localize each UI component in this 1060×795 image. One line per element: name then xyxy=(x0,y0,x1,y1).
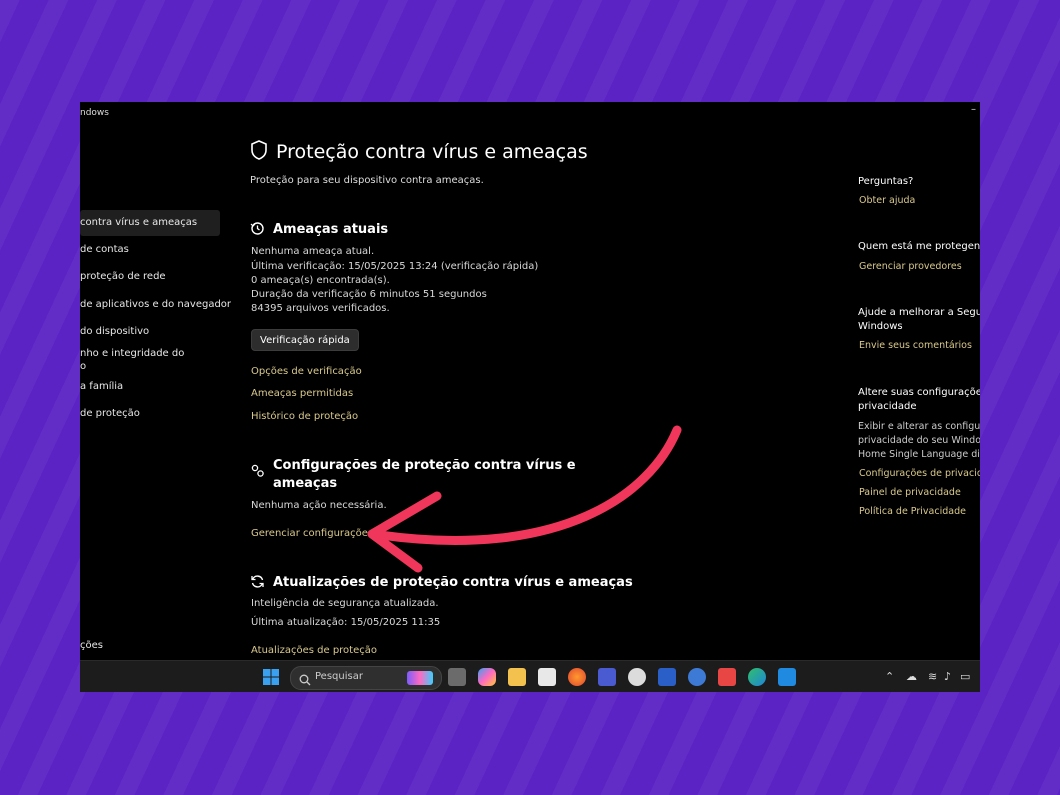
shield-icon xyxy=(250,140,268,164)
file-explorer-icon[interactable] xyxy=(508,668,526,686)
allowed-threats-link[interactable]: Ameaças permitidas xyxy=(251,388,353,399)
nav-item-settings[interactable]: ções xyxy=(80,640,103,651)
nav-item-performance[interactable]: nho e integridade do xyxy=(80,348,184,359)
gears-icon xyxy=(250,463,265,482)
protection-settings-title: Configurações de proteção contra vírus e… xyxy=(273,457,576,493)
files-scanned: 84395 arquivos verificados. xyxy=(251,303,390,314)
nav-item-virus-protection[interactable]: contra vírus e ameaças xyxy=(80,210,220,236)
updates-status: Inteligência de segurança atualizada. xyxy=(251,598,439,609)
right-panel: Perguntas? Obter ajuda Quem está me prot… xyxy=(858,102,980,662)
privacy-text: Exibir e alterar as configura privacidad… xyxy=(858,420,980,462)
main-content: Proteção contra vírus e ameaças Proteção… xyxy=(250,102,750,662)
privacy-settings-link[interactable]: Configurações de privacidade xyxy=(859,468,980,479)
manage-settings-link[interactable]: Gerenciar configurações xyxy=(251,528,373,539)
firefox-icon[interactable] xyxy=(568,668,586,686)
start-windows-icon[interactable] xyxy=(263,669,279,685)
threat-status: Nenhuma ameaça atual. xyxy=(251,246,375,257)
quick-scan-button[interactable]: Verificação rápida xyxy=(251,329,359,351)
edge-dev-icon[interactable] xyxy=(688,668,706,686)
improve-title-line1: Ajude a melhorar a Segurar xyxy=(858,307,980,318)
nav-item-app-browser[interactable]: de aplicativos e do navegador xyxy=(80,299,231,310)
store-icon[interactable] xyxy=(538,668,556,686)
protection-settings-title-line2: ameaças xyxy=(273,476,338,491)
protection-settings-title-line1: Configurações de proteção contra vírus e xyxy=(273,458,576,473)
app-icon[interactable] xyxy=(598,668,616,686)
page-title: Proteção contra vírus e ameaças xyxy=(276,141,588,163)
nav-item-accounts[interactable]: de contas xyxy=(80,244,129,255)
privacy-title-line1: Altere suas configurações c xyxy=(858,387,980,398)
window-title: ndows xyxy=(80,108,109,118)
edge-icon[interactable] xyxy=(748,668,766,686)
improve-title: Ajude a melhorar a Segurar Windows xyxy=(858,306,980,334)
settings-status: Nenhuma ação necessária. xyxy=(251,500,387,511)
protection-updates-title: Atualizações de proteção contra vírus e … xyxy=(273,575,633,590)
search-icon xyxy=(299,671,311,690)
improve-title-line2: Windows xyxy=(858,321,903,332)
current-threats-header: Ameaças atuais xyxy=(250,221,388,240)
taskbar: Pesquisar ⌃ ☁ ≋ ♪ ▭ xyxy=(80,660,980,692)
questions-title: Perguntas? xyxy=(858,176,914,187)
nav-label: contra vírus e ameaças xyxy=(80,217,198,228)
search-placeholder: Pesquisar xyxy=(315,671,363,682)
defender-icon[interactable] xyxy=(778,668,796,686)
privacy-text-line1: Exibir e alterar as configura xyxy=(858,421,980,432)
get-help-link[interactable]: Obter ajuda xyxy=(859,195,915,206)
refresh-clock-icon xyxy=(250,221,265,240)
task-view-icon[interactable] xyxy=(448,668,466,686)
wifi-icon[interactable]: ≋ xyxy=(928,670,937,683)
copilot-icon[interactable] xyxy=(478,668,496,686)
protection-updates-header: Atualizações de proteção contra vírus e … xyxy=(250,574,633,593)
music-icon[interactable] xyxy=(628,668,646,686)
nav-item-network[interactable]: proteção de rede xyxy=(80,271,166,282)
page-header: Proteção contra vírus e ameaças xyxy=(250,140,588,164)
privacy-title-line2: privacidade xyxy=(858,401,917,412)
word-icon[interactable] xyxy=(658,668,676,686)
protection-history-link[interactable]: Histórico de proteção xyxy=(251,411,358,422)
nav-item-family[interactable]: a família xyxy=(80,381,123,392)
search-input[interactable]: Pesquisar xyxy=(290,666,442,690)
protection-updates-link[interactable]: Atualizações de proteção xyxy=(251,645,377,656)
current-threats-title: Ameaças atuais xyxy=(273,222,389,237)
privacy-text-line3: Home Single Language disp xyxy=(858,449,980,460)
volume-icon[interactable]: ♪ xyxy=(944,670,951,683)
last-update: Última atualização: 15/05/2025 11:35 xyxy=(251,617,441,628)
threats-found: 0 ameaça(s) encontrada(s). xyxy=(251,275,390,286)
last-scan: Última verificação: 15/05/2025 13:24 (ve… xyxy=(251,261,539,272)
privacy-policy-link[interactable]: Política de Privacidade xyxy=(859,506,966,517)
app-red-icon[interactable] xyxy=(718,668,736,686)
search-highlight-icon xyxy=(407,671,433,685)
page-subtitle: Proteção para seu dispositivo contra ame… xyxy=(250,175,484,186)
sync-icon xyxy=(250,574,265,593)
privacy-dashboard-link[interactable]: Painel de privacidade xyxy=(859,487,961,498)
nav-item-performance-cont[interactable]: o xyxy=(80,361,86,372)
privacy-title: Altere suas configurações c privacidade xyxy=(858,386,980,414)
scan-options-link[interactable]: Opções de verificação xyxy=(251,366,362,377)
who-protecting-title: Quem está me protegendo xyxy=(858,241,980,252)
screenshot-window: ndows – contra vírus e ameaças de contas… xyxy=(80,102,980,692)
chevron-up-icon[interactable]: ⌃ xyxy=(885,670,894,683)
manage-providers-link[interactable]: Gerenciar provedores xyxy=(859,261,962,272)
scan-duration: Duração da verificação 6 minutos 51 segu… xyxy=(251,289,487,300)
cloud-icon[interactable]: ☁ xyxy=(906,670,917,683)
nav-item-protection-history[interactable]: de proteção xyxy=(80,408,140,419)
nav-item-device[interactable]: do dispositivo xyxy=(80,326,149,337)
privacy-text-line2: privacidade do seu Window xyxy=(858,435,980,446)
battery-icon[interactable]: ▭ xyxy=(960,670,970,683)
send-feedback-link[interactable]: Envie seus comentários xyxy=(859,340,972,351)
protection-settings-header: Configurações de proteção contra vírus e… xyxy=(250,457,576,493)
